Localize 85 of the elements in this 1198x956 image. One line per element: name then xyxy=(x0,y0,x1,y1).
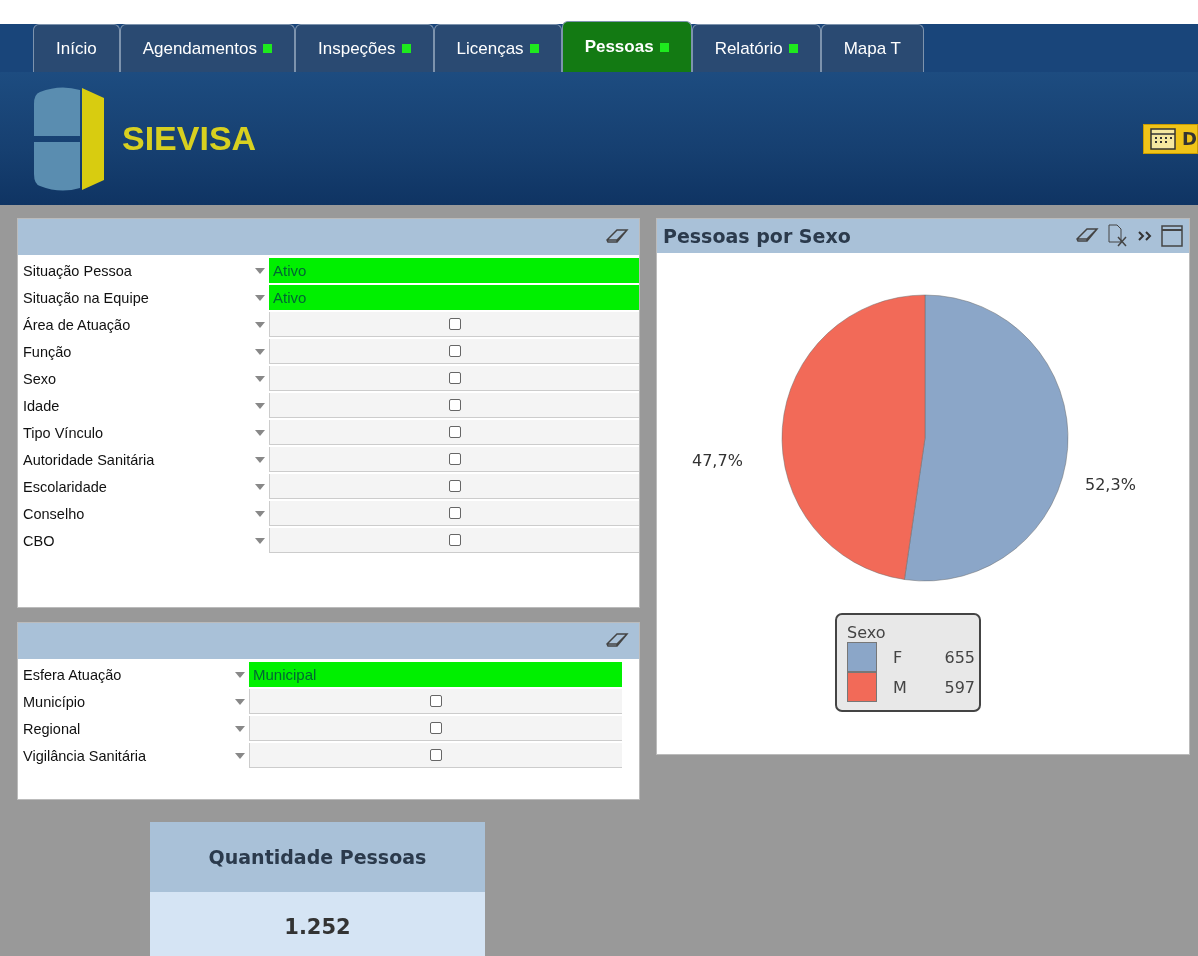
dropdown-icon[interactable] xyxy=(235,671,245,678)
dropdown-icon[interactable] xyxy=(255,348,265,355)
filter-label: Área de Atuação xyxy=(23,316,132,333)
nav-tab[interactable]: Início xyxy=(33,24,120,72)
filter-label: CBO xyxy=(23,532,56,549)
checkbox-icon xyxy=(430,722,442,734)
checkbox-icon xyxy=(430,749,442,761)
eraser-icon[interactable] xyxy=(605,228,629,246)
chart-title: Pessoas por Sexo xyxy=(663,225,851,247)
value-field[interactable] xyxy=(269,528,639,553)
calendar-icon xyxy=(1150,127,1177,150)
dropdown-icon[interactable] xyxy=(255,456,265,463)
checkbox-icon xyxy=(448,507,461,519)
filter-label: Situação na Equipe xyxy=(23,289,150,306)
logo-text: SIEVISA xyxy=(122,119,257,158)
selected-value[interactable]: Ativo xyxy=(269,258,639,283)
nav-tab[interactable]: Agendamentos xyxy=(119,24,295,72)
filter-label: Situação Pessoa xyxy=(23,262,133,279)
value-field[interactable] xyxy=(269,420,639,445)
checkbox-icon xyxy=(448,426,461,438)
value-field[interactable] xyxy=(269,447,639,472)
value-field[interactable] xyxy=(249,716,622,741)
dropdown-icon[interactable] xyxy=(255,483,265,490)
checkbox-icon xyxy=(448,318,461,330)
legend-title: Sexo xyxy=(847,623,887,642)
checkbox-icon xyxy=(448,399,461,411)
expand-icon[interactable] xyxy=(1137,230,1153,242)
selected-value[interactable]: Municipal xyxy=(249,662,622,687)
legend-label: F xyxy=(892,647,904,667)
filter-label: Regional xyxy=(23,720,82,737)
value-field[interactable] xyxy=(269,339,639,364)
filter-label: Função xyxy=(23,343,73,360)
pie-slice[interactable] xyxy=(781,294,926,580)
nav-tab[interactable]: Pessoas xyxy=(561,21,692,72)
value-field[interactable] xyxy=(269,366,639,391)
checkbox-icon xyxy=(448,534,461,546)
percent-label: 47,7% xyxy=(692,451,743,470)
checkbox-icon xyxy=(448,453,461,465)
legend-value: 655 xyxy=(944,647,975,667)
legend-value: 597 xyxy=(944,677,975,697)
dropdown-icon[interactable] xyxy=(255,375,265,382)
filter-label: Idade xyxy=(23,397,61,414)
filter-label: Sexo xyxy=(23,370,58,387)
nav-tab[interactable]: Relatório xyxy=(691,24,821,72)
maximize-icon[interactable] xyxy=(1161,225,1183,247)
checkbox-icon xyxy=(448,345,461,357)
dropdown-icon[interactable] xyxy=(235,752,245,759)
filter-label: Esfera Atuação xyxy=(23,666,123,683)
dropdown-icon[interactable] xyxy=(255,429,265,436)
checkbox-icon xyxy=(448,480,461,492)
excel-export-icon[interactable] xyxy=(1107,224,1129,248)
nav-tab[interactable]: Inspeções xyxy=(295,24,434,72)
checkbox-icon xyxy=(448,372,461,384)
filter-label: Autoridade Sanitária xyxy=(23,451,156,468)
filter-label: Município xyxy=(23,693,87,710)
filter-label: Vigilância Sanitária xyxy=(23,747,148,764)
percent-label: 52,3% xyxy=(1085,475,1136,494)
filter-label: Escolaridade xyxy=(23,478,108,495)
value-field[interactable] xyxy=(269,501,639,526)
nav-tab[interactable]: Mapa T xyxy=(820,24,924,72)
kpi-title: Quantidade Pessoas xyxy=(150,822,485,892)
eraser-icon[interactable] xyxy=(605,632,629,650)
dropdown-icon[interactable] xyxy=(255,510,265,517)
value-field[interactable] xyxy=(249,689,622,714)
eraser-icon[interactable] xyxy=(1075,227,1099,245)
filter-label: Tipo Vínculo xyxy=(23,424,105,441)
filter-label: Conselho xyxy=(23,505,86,522)
calendar-button[interactable]: D xyxy=(1143,123,1198,154)
nav-tab[interactable]: Licenças xyxy=(433,24,562,72)
value-field[interactable] xyxy=(269,474,639,499)
value-field[interactable] xyxy=(269,393,639,418)
checkbox-icon xyxy=(430,695,442,707)
dropdown-icon[interactable] xyxy=(255,267,265,274)
value-field[interactable] xyxy=(269,312,639,337)
legend-label: M xyxy=(892,677,908,697)
dropdown-icon[interactable] xyxy=(235,725,245,732)
kpi-value: 1.252 xyxy=(150,892,485,956)
pie-slice[interactable] xyxy=(904,294,1069,582)
dropdown-icon[interactable] xyxy=(255,402,265,409)
value-field[interactable] xyxy=(249,743,622,768)
dropdown-icon[interactable] xyxy=(235,698,245,705)
dropdown-icon[interactable] xyxy=(255,537,265,544)
selected-value[interactable]: Ativo xyxy=(269,285,639,310)
dropdown-icon[interactable] xyxy=(255,294,265,301)
dropdown-icon[interactable] xyxy=(255,321,265,328)
